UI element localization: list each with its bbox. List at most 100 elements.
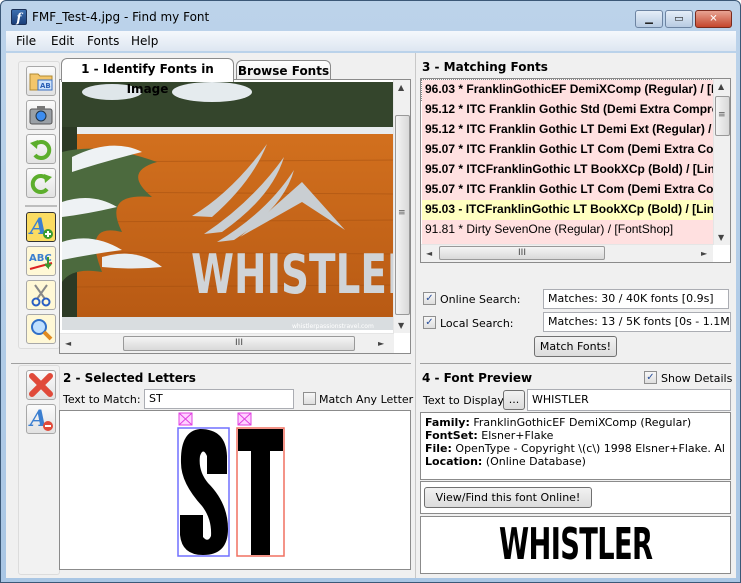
svg-text:AB: AB xyxy=(40,82,51,90)
minimize-button[interactable]: ▁ xyxy=(635,10,663,28)
image-horizontal-scrollbar[interactable]: ◄ III ► xyxy=(60,333,394,353)
scroll-right-icon[interactable]: ► xyxy=(378,339,384,348)
fonts-vertical-scrollbar[interactable]: ▲ ≡ ▼ xyxy=(713,79,730,245)
capture-button[interactable] xyxy=(26,100,56,130)
menu-file[interactable]: File xyxy=(16,34,36,48)
camera-icon xyxy=(29,106,53,125)
scroll-up-icon[interactable]: ▲ xyxy=(398,83,404,92)
window-title: FMF_Test-4.jpg - Find my Font xyxy=(32,10,210,24)
menu-bar: File Edit Fonts Help xyxy=(6,31,736,51)
online-button-area: View/Find this font Online! xyxy=(420,481,731,514)
rotate-right-button[interactable] xyxy=(26,168,56,198)
whistler-photo: WHISTLER whistlerpassionstravel.com xyxy=(62,82,394,330)
detail-file: File: OpenType - Copyright \(c\) 1998 El… xyxy=(425,442,726,455)
minimize-icon: ▁ xyxy=(645,13,653,25)
delete-all-button[interactable] xyxy=(26,370,56,400)
menu-fonts[interactable]: Fonts xyxy=(87,34,119,48)
add-letter-icon: A xyxy=(28,214,53,240)
scroll-down-icon[interactable]: ▼ xyxy=(398,321,404,330)
letters-canvas xyxy=(177,412,285,557)
text-to-match-input[interactable]: ST xyxy=(144,389,294,409)
rotate-cw-icon xyxy=(30,174,52,194)
fonts-horizontal-scrollbar[interactable]: ◄ III ► xyxy=(421,244,713,262)
scissors-icon xyxy=(31,284,51,307)
font-preview-title: 4 - Font Preview xyxy=(422,371,533,385)
remove-letter-button[interactable]: A xyxy=(26,404,56,434)
show-details-checkbox[interactable]: ✓ xyxy=(644,371,657,384)
match-any-letter-label: Match Any Letter xyxy=(319,393,414,406)
online-search-status: Matches: 30 / 40K fonts [0.9s] xyxy=(543,289,729,309)
font-details: Family: FranklinGothicEF DemiXComp (Regu… xyxy=(420,412,731,480)
maximize-icon: ▭ xyxy=(674,13,684,25)
online-search-checkbox[interactable]: ✓ xyxy=(423,292,436,305)
image-panel: WHISTLER whistlerpassionstravel.com ▲ ≡ … xyxy=(59,79,411,354)
title-bar[interactable]: f FMF_Test-4.jpg - Find my Font ▁ ▭ ✕ xyxy=(1,1,740,31)
list-scroll-down-icon[interactable]: ▼ xyxy=(718,233,724,242)
app-icon: f xyxy=(11,9,27,25)
match-any-letter-checkbox[interactable] xyxy=(303,392,316,405)
vertical-splitter[interactable] xyxy=(415,53,416,578)
magnifier-icon xyxy=(31,319,53,341)
source-image[interactable]: WHISTLER whistlerpassionstravel.com xyxy=(62,82,394,330)
font-match-row[interactable]: 95.07 * ITC Franklin Gothic LT Com (Demi… xyxy=(422,140,713,160)
right-splitter[interactable] xyxy=(420,363,731,364)
rotate-left-button[interactable] xyxy=(26,134,56,164)
zoom-button[interactable] xyxy=(26,314,56,344)
app-window: f FMF_Test-4.jpg - Find my Font ▁ ▭ ✕ Fi… xyxy=(0,0,741,583)
tab-identify-fonts[interactable]: 1 - Identify Fonts in Image xyxy=(61,58,234,96)
menu-help[interactable]: Help xyxy=(131,34,158,48)
client-area: AB A ABC A 1 - Identify Fonts in Image B… xyxy=(6,53,736,578)
close-button[interactable]: ✕ xyxy=(695,10,732,28)
font-match-row[interactable]: 91.81 * Dirty SevenOne (Regular) / [Font… xyxy=(422,220,713,240)
text-to-display-label: Text to Display: xyxy=(423,394,507,407)
letter-t[interactable] xyxy=(236,412,285,557)
local-search-status: Matches: 13 / 5K fonts [0s - 1.1M f/m] xyxy=(543,312,731,332)
toolbar-separator xyxy=(25,205,57,207)
list-scroll-up-icon[interactable]: ▲ xyxy=(718,82,724,91)
match-fonts-button[interactable]: Match Fonts! xyxy=(534,336,617,357)
close-icon: ✕ xyxy=(709,13,718,25)
sign-text: WHISTLER xyxy=(191,244,394,307)
matching-fonts-list[interactable]: 96.03 * FranklinGothicEF DemiXComp (Regu… xyxy=(420,78,731,263)
image-vertical-scrollbar[interactable]: ▲ ≡ ▼ xyxy=(393,80,410,333)
list-scroll-left-icon[interactable]: ◄ xyxy=(426,249,432,258)
font-match-row[interactable]: 95.07 * ITC Franklin Gothic LT Com (Demi… xyxy=(422,180,713,200)
font-match-row[interactable]: 95.12 * ITC Franklin Gothic LT Demi Ext … xyxy=(422,120,713,140)
image-vscroll-thumb[interactable]: ≡ xyxy=(395,115,410,315)
text-to-display-input[interactable]: WHISTLER xyxy=(527,389,731,411)
text-options-button[interactable]: ... xyxy=(503,390,525,410)
view-font-online-button[interactable]: View/Find this font Online! xyxy=(424,487,592,508)
detail-location: Location: (Online Database) xyxy=(425,455,586,468)
text-to-match-label: Text to Match: xyxy=(63,393,141,406)
font-match-row[interactable]: 95.03 - ITCFranklinGothic LT BookXCp (Bo… xyxy=(422,200,713,220)
matching-fonts-title: 3 - Matching Fonts xyxy=(422,60,548,74)
local-search-checkbox[interactable]: ✓ xyxy=(423,316,436,329)
image-toolbar: AB A ABC xyxy=(18,61,60,349)
font-preview-area: WHISTLER xyxy=(420,516,731,574)
maximize-button[interactable]: ▭ xyxy=(665,10,693,28)
local-search-label: Local Search: xyxy=(440,317,514,330)
detail-family: Family: FranklinGothicEF DemiXComp (Regu… xyxy=(425,416,692,429)
image-hscroll-thumb[interactable]: III xyxy=(123,336,355,351)
fonts-hscroll-thumb[interactable]: III xyxy=(439,246,605,260)
font-match-row[interactable]: 95.07 * ITCFranklinGothic LT BookXCp (Bo… xyxy=(422,160,713,180)
straighten-text-button[interactable]: ABC xyxy=(26,246,56,276)
letter-s[interactable] xyxy=(177,412,230,557)
remove-letter-icon: A xyxy=(28,406,53,432)
open-image-button[interactable]: AB xyxy=(26,66,56,96)
fonts-vscroll-thumb[interactable]: ≡ xyxy=(715,96,730,136)
font-match-row[interactable]: 96.03 * FranklinGothicEF DemiXComp (Regu… xyxy=(421,79,714,101)
cut-button[interactable] xyxy=(26,280,56,310)
selected-letters-title: 2 - Selected Letters xyxy=(63,371,196,385)
menu-edit[interactable]: Edit xyxy=(51,34,74,48)
add-letter-button[interactable]: A xyxy=(26,212,56,242)
abc-straighten-icon: ABC xyxy=(29,253,53,270)
scroll-left-icon[interactable]: ◄ xyxy=(65,339,71,348)
grip-icon: ≡ xyxy=(398,208,406,218)
red-x-icon xyxy=(29,373,53,397)
font-sample-text: WHISTLER xyxy=(498,519,653,570)
online-search-label: Online Search: xyxy=(440,293,521,306)
list-scroll-right-icon[interactable]: ► xyxy=(701,249,707,258)
left-splitter[interactable] xyxy=(11,363,411,364)
font-match-row[interactable]: 95.12 * ITC Franklin Gothic Std (Demi Ex… xyxy=(422,100,713,120)
